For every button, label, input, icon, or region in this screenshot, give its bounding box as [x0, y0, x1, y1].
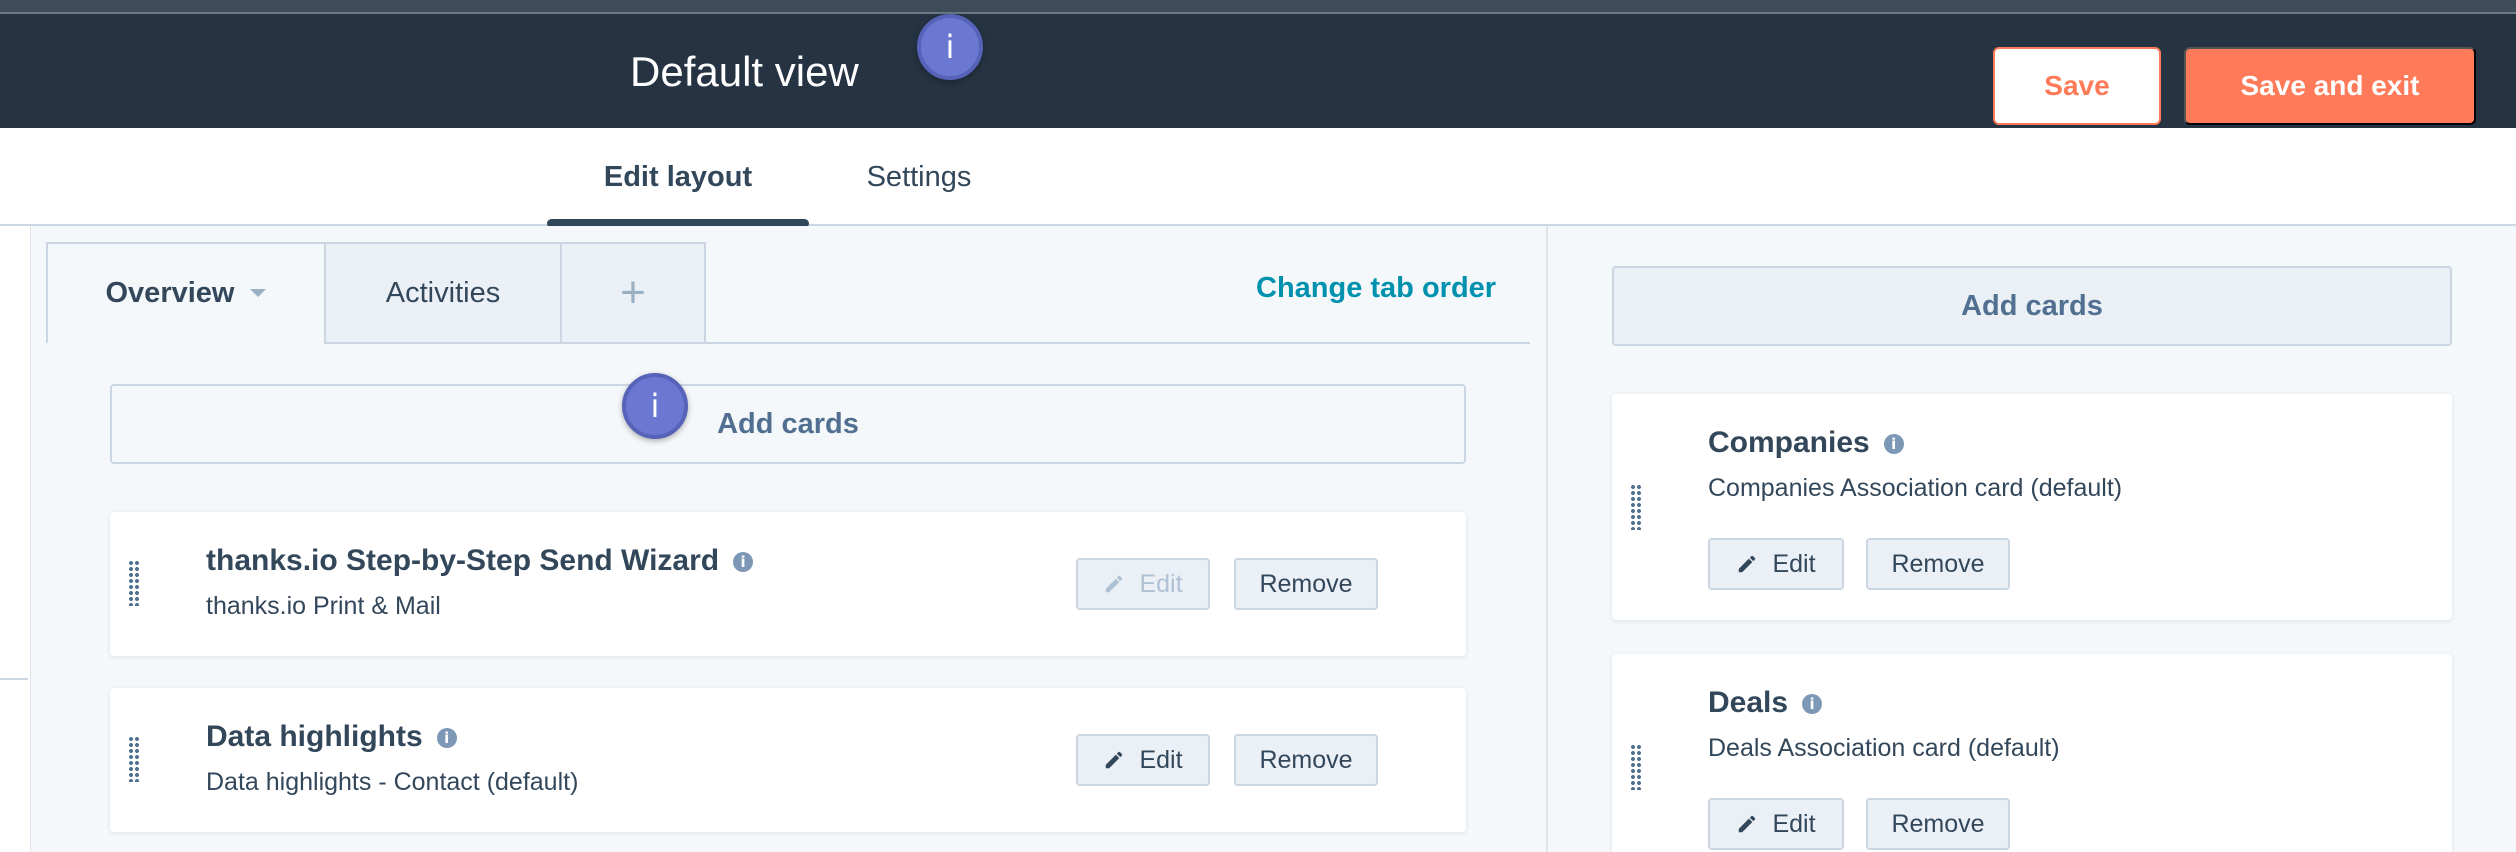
card-title: Companies i	[1708, 426, 1904, 460]
edit-button: Edit	[1076, 558, 1210, 610]
sidebar-add-cards-button[interactable]: Add cards	[1612, 266, 2452, 346]
info-icon[interactable]: i	[622, 373, 688, 439]
card-title-text: Deals	[1708, 686, 1789, 719]
subtab-overview-label: Overview	[105, 276, 235, 309]
add-tab-button[interactable]: +	[560, 242, 706, 344]
card-subtitle: Data highlights - Contact (default)	[206, 768, 579, 796]
edit-label: Edit	[1139, 569, 1183, 598]
drag-handle-icon[interactable]	[1630, 484, 1642, 530]
top-strip	[0, 0, 2516, 14]
remove-button[interactable]: Remove	[1866, 798, 2010, 850]
tab-settings[interactable]: Settings	[848, 128, 990, 226]
info-icon[interactable]: i	[1883, 434, 1904, 455]
drag-handle-icon[interactable]	[128, 736, 140, 782]
info-icon[interactable]: i	[917, 14, 983, 80]
header-bar: Default view Save Save and exit	[0, 14, 2516, 128]
pencil-icon	[1106, 751, 1123, 769]
caret-down-icon	[250, 289, 267, 297]
left-edge-divider	[0, 678, 28, 680]
edit-button[interactable]: Edit	[1708, 538, 1844, 590]
save-button[interactable]: Save	[1993, 47, 2161, 125]
edit-button[interactable]: Edit	[1708, 798, 1844, 850]
card-title: Deals i	[1708, 686, 1823, 720]
card-title-text: thanks.io Step-by-Step Send Wizard	[206, 544, 720, 577]
card-subtitle: thanks.io Print & Mail	[206, 592, 441, 620]
subtab-activities[interactable]: Activities	[324, 242, 562, 344]
card-title: thanks.io Step-by-Step Send Wizard i	[206, 544, 754, 578]
page-title: Default view	[630, 48, 859, 95]
column-divider	[1546, 226, 1548, 852]
change-tab-order-link[interactable]: Change tab order	[1256, 272, 1496, 305]
remove-button[interactable]: Remove	[1234, 558, 1378, 610]
drag-handle-icon[interactable]	[1630, 744, 1642, 790]
card-thanks-io: thanks.io Step-by-Step Send Wizard i than…	[110, 512, 1466, 656]
edit-label: Edit	[1772, 809, 1816, 838]
drag-handle-icon[interactable]	[128, 560, 140, 606]
card-data-highlights: Data highlights i Data highlights - Conta…	[110, 688, 1466, 832]
card-deals: Deals i Deals Association card (default) …	[1612, 654, 2452, 852]
pencil-icon	[1739, 555, 1756, 573]
card-companies: Companies i Companies Association card (d…	[1612, 394, 2452, 620]
edit-button[interactable]: Edit	[1076, 734, 1210, 786]
card-title-text: Companies	[1708, 426, 1870, 459]
pencil-icon	[1739, 815, 1756, 833]
edit-label: Edit	[1139, 745, 1183, 774]
subtab-overview[interactable]: Overview	[46, 242, 326, 344]
edit-label: Edit	[1772, 549, 1816, 578]
card-subtitle: Deals Association card (default)	[1708, 734, 2060, 762]
add-cards-button[interactable]: Add cards	[110, 384, 1466, 464]
pencil-icon	[1106, 575, 1123, 593]
remove-button[interactable]: Remove	[1234, 734, 1378, 786]
card-title: Data highlights i	[206, 720, 457, 754]
info-icon[interactable]: i	[1802, 694, 1823, 715]
tab-edit-layout[interactable]: Edit layout	[547, 128, 809, 228]
save-and-exit-button[interactable]: Save and exit	[2184, 47, 2476, 125]
left-edge-panel	[0, 226, 30, 852]
card-subtitle: Companies Association card (default)	[1708, 474, 2123, 502]
card-title-text: Data highlights	[206, 720, 423, 753]
top-tabs-bar: Edit layout Settings	[0, 128, 2516, 228]
info-icon[interactable]: i	[436, 728, 457, 749]
remove-button[interactable]: Remove	[1866, 538, 2010, 590]
info-icon[interactable]: i	[733, 552, 754, 573]
